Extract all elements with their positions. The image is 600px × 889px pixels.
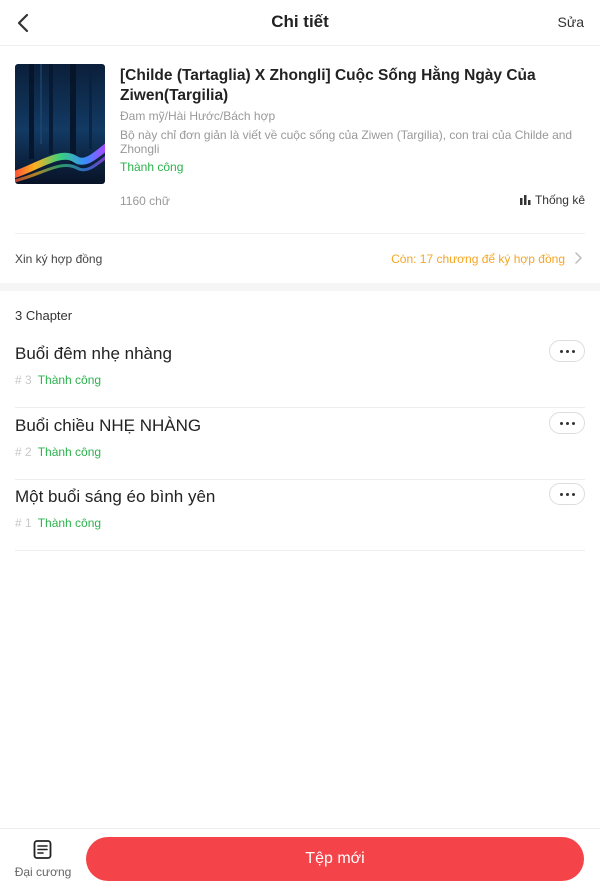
chapter-meta: # 2 Thành công	[15, 445, 101, 459]
outline-button[interactable]: Đại cương	[10, 839, 76, 885]
book-description: Bộ này chỉ đơn giản là viết về cuộc sống…	[120, 128, 573, 156]
more-dots-icon	[559, 349, 575, 353]
book-info: [Childe (Tartaglia) X Zhongli] Cuộc Sống…	[15, 64, 585, 214]
chapter-more-button[interactable]	[549, 412, 585, 434]
new-chapter-button[interactable]: Tệp mới	[86, 837, 584, 881]
document-list-icon	[33, 840, 52, 859]
page-title: Chi tiết	[271, 12, 329, 31]
book-status: Thành công	[120, 160, 184, 174]
section-divider	[0, 283, 600, 291]
chapter-item[interactable]: Buổi đêm nhẹ nhàng # 3 Thành công	[15, 336, 585, 408]
chapter-number: # 2	[15, 445, 32, 459]
book-title: [Childe (Tartaglia) X Zhongli] Cuộc Sống…	[120, 67, 536, 104]
contract-row[interactable]: Xin ký hợp đồng Còn: 17 chương để ký hợp…	[15, 233, 585, 283]
chapter-count: 3 Chapter	[15, 308, 73, 323]
bar-chart-icon	[519, 195, 531, 205]
chapter-item[interactable]: Một buổi sáng éo bình yên # 1 Thành công	[15, 479, 585, 551]
bottom-bar: Đại cương Tệp mới	[0, 828, 600, 889]
chapter-status: Thành công	[37, 373, 102, 387]
chapter-title[interactable]: Buổi chiều NHẸ NHÀNG	[15, 416, 201, 436]
chapter-number: # 1	[15, 516, 32, 530]
contract-label: Xin ký hợp đồng	[15, 252, 103, 266]
chapter-title[interactable]: Một buổi sáng éo bình yên	[15, 487, 215, 507]
chapter-status: Thành công	[37, 445, 102, 459]
chapter-more-button[interactable]	[549, 483, 585, 505]
more-dots-icon	[559, 421, 575, 425]
chapter-number: # 3	[15, 373, 32, 387]
book-cover[interactable]	[15, 64, 105, 184]
chapter-item[interactable]: Buổi chiều NHẸ NHÀNG # 2 Thành công	[15, 408, 585, 480]
contract-remaining[interactable]: Còn: 17 chương để ký hợp đồng	[391, 252, 565, 266]
chapter-status: Thành công	[37, 516, 102, 530]
chapter-meta: # 1 Thành công	[15, 516, 101, 530]
book-genre: Đam mỹ/Hài Hước/Bách hợp	[120, 109, 276, 123]
word-count: 1160 chữ	[120, 194, 170, 208]
stats-button[interactable]: Thống kê	[519, 193, 585, 207]
chapter-title[interactable]: Buổi đêm nhẹ nhàng	[15, 344, 172, 364]
edit-button[interactable]: Sửa	[558, 14, 585, 30]
chevron-right-icon	[575, 252, 582, 264]
more-dots-icon	[559, 492, 575, 496]
stats-label: Thống kê	[534, 193, 585, 207]
outline-label: Đại cương	[14, 865, 72, 879]
chapter-meta: # 3 Thành công	[15, 373, 101, 387]
chapter-more-button[interactable]	[549, 340, 585, 362]
top-bar: Chi tiết Sửa	[0, 0, 600, 46]
